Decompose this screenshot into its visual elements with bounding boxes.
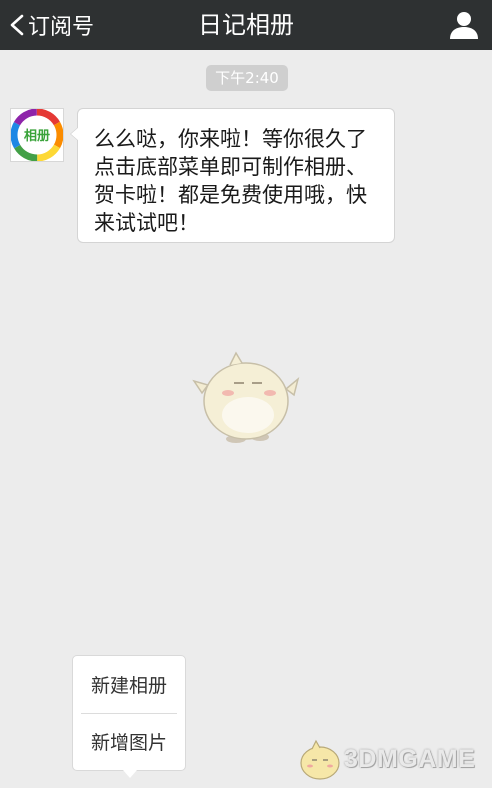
menu-item-add-image[interactable]: 新增图片 xyxy=(73,715,185,771)
watermark: 3DMGAME xyxy=(296,735,486,785)
message-bubble[interactable]: 么么哒，你来啦！等你很久了 点击底部菜单即可制作相册、贺卡啦！都是免费使用哦，快… xyxy=(70,108,395,243)
profile-icon[interactable] xyxy=(448,9,480,41)
chevron-left-icon xyxy=(10,14,24,36)
message-text: 么么哒，你来啦！等你很久了 点击底部菜单即可制作相册、贺卡啦！都是免费使用哦，快… xyxy=(94,127,367,235)
top-nav-bar: 订阅号 日记相册 xyxy=(0,0,492,50)
back-label: 订阅号 xyxy=(28,15,95,40)
menu-divider xyxy=(81,713,177,714)
album-logo-icon: 相册 xyxy=(10,108,64,162)
mascot-sticker-icon xyxy=(192,351,300,443)
menu-item-new-album[interactable]: 新建相册 xyxy=(73,658,185,714)
avatar-text: 相册 xyxy=(24,128,50,144)
message-timestamp: 下午2:40 xyxy=(206,65,288,91)
back-button[interactable]: 订阅号 xyxy=(8,0,94,50)
watermark-text: 3DMGAME xyxy=(344,745,476,773)
bottom-popup-menu: 新建相册 新增图片 xyxy=(72,655,186,778)
avatar[interactable]: 相册 xyxy=(10,108,64,162)
watermark-mascot-icon xyxy=(300,739,340,780)
